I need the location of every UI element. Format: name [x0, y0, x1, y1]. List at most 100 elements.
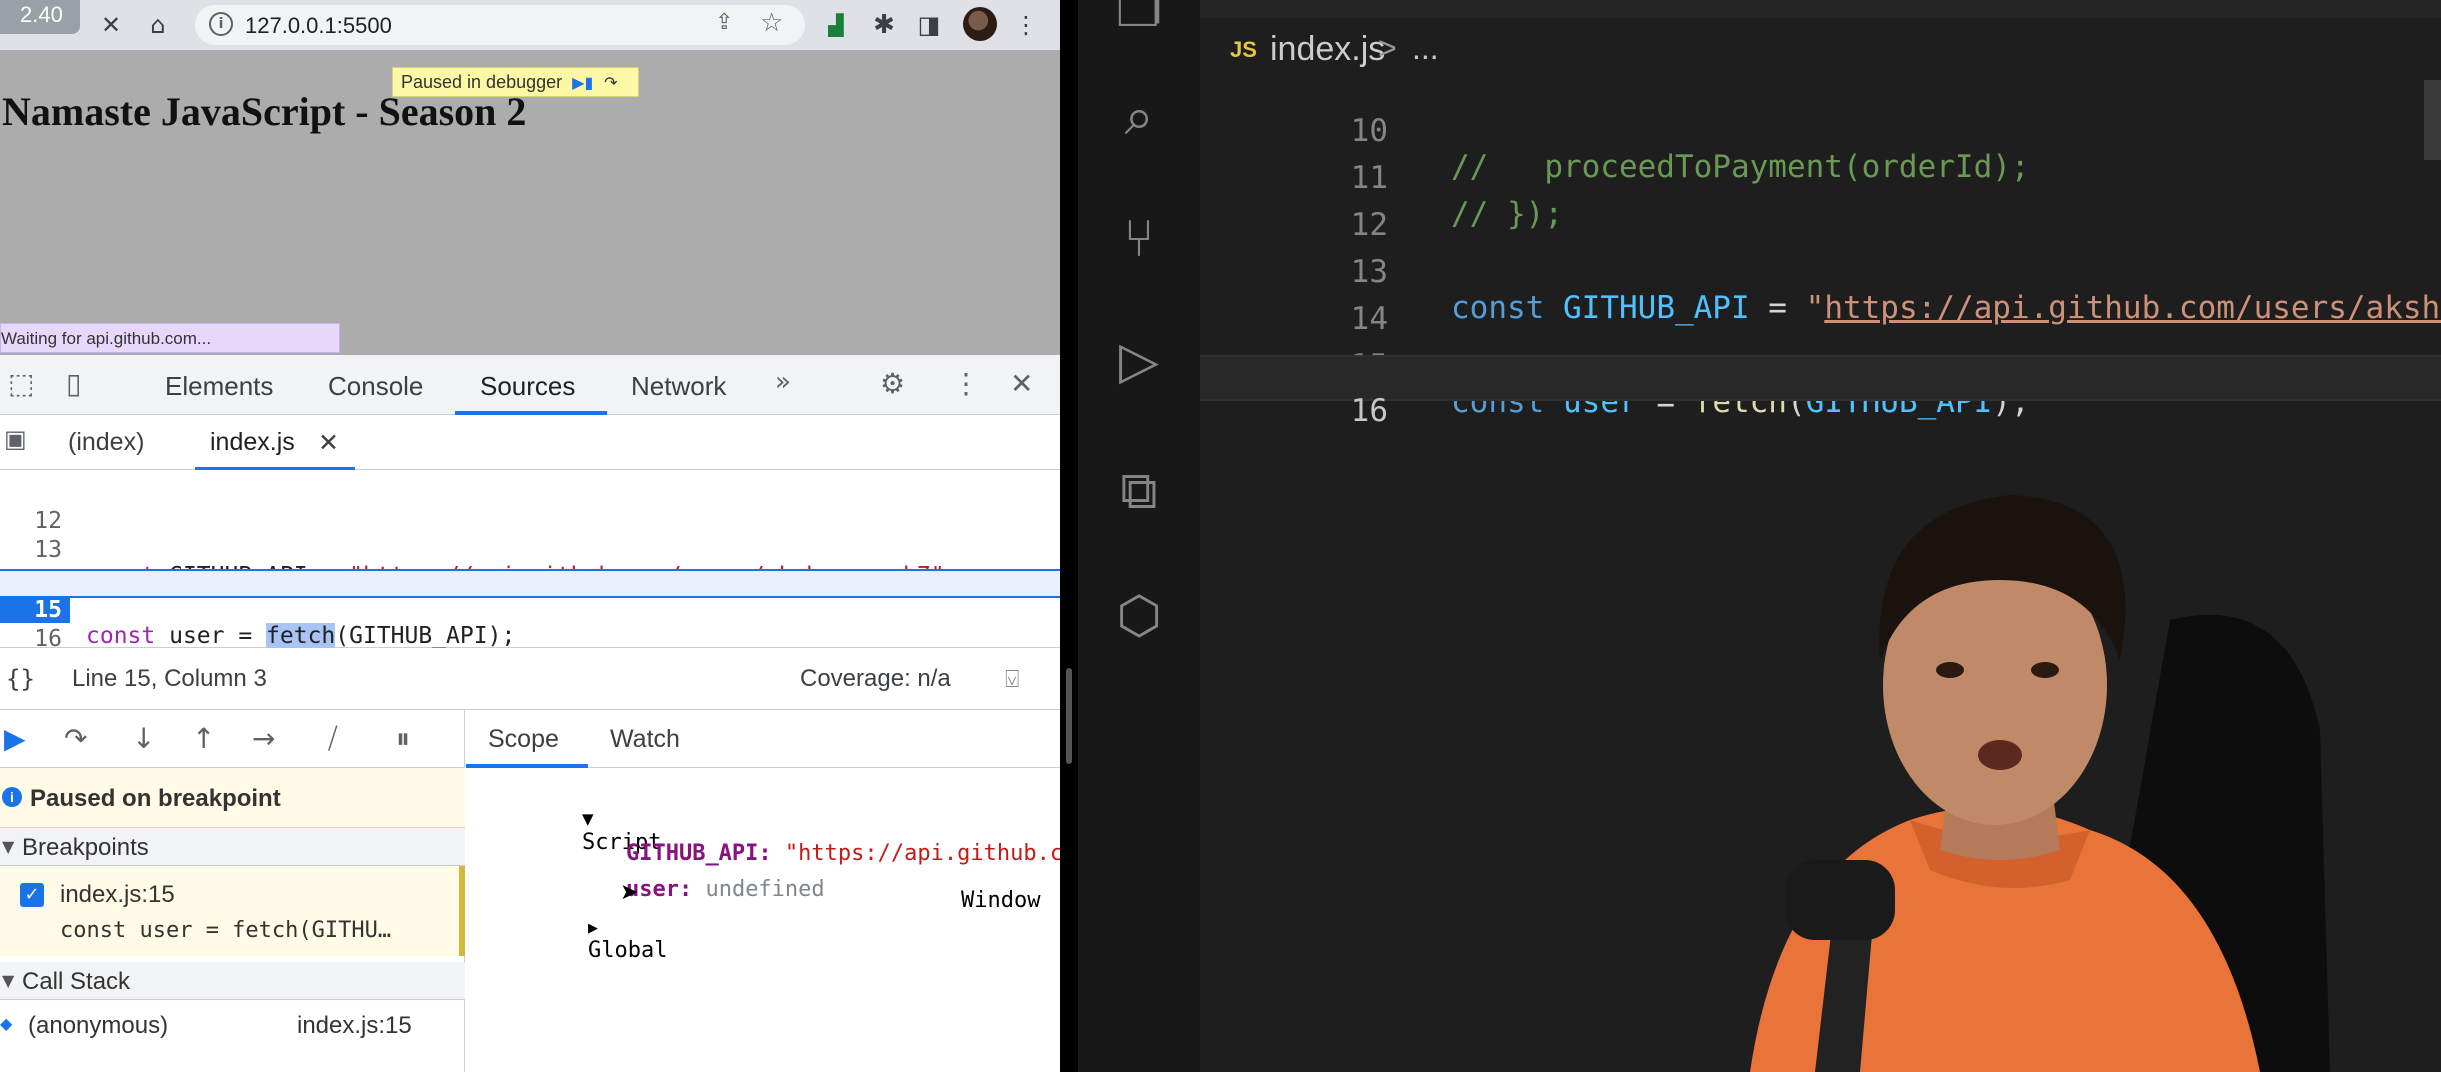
- current-code-line[interactable]: 16: [1200, 355, 2441, 429]
- active-scope-tab-indicator: [466, 764, 588, 768]
- playback-speed-badge: 2.40: [0, 0, 80, 34]
- scope-global-row[interactable]: ▶ Global: [482, 888, 667, 988]
- frame-location[interactable]: index.js:15: [297, 1012, 412, 1040]
- expand-triangle-icon[interactable]: ▼: [2, 971, 14, 990]
- share-icon[interactable]: ⇪: [715, 9, 733, 35]
- devtools-tabbar: ⬚ ▯ Elements Console Sources Network » ⚙…: [0, 355, 1060, 415]
- browser-toolbar: 2.40 ✕ ⌂ i 127.0.0.1:5500 ⇪ ☆ ▟ ✱ ◨ ⋮: [0, 0, 1060, 50]
- avatar[interactable]: [963, 7, 997, 41]
- paused-message: Paused on breakpoint: [30, 785, 281, 812]
- breadcrumb-file[interactable]: index.js: [1270, 30, 1385, 69]
- remote-explorer-icon[interactable]: ⬡: [1108, 585, 1170, 647]
- source-editor[interactable]: 12 13 const GITHUB_API = "https://api.gi…: [0, 470, 1060, 652]
- close-devtools-icon[interactable]: ✕: [1010, 367, 1033, 400]
- expand-triangle-icon[interactable]: ▼: [2, 837, 14, 856]
- explorer-files-icon[interactable]: ❐: [1108, 0, 1170, 40]
- code-line[interactable]: 14: [1200, 265, 2441, 337]
- breadcrumb-separator: >: [1378, 30, 1397, 66]
- breakpoint-checkbox[interactable]: ✓: [20, 883, 44, 907]
- mouse-cursor-icon: ➤: [620, 880, 639, 905]
- breakpoints-section-header[interactable]: ▼ Breakpoints: [0, 828, 465, 866]
- window-splitter[interactable]: [1060, 0, 1078, 1072]
- pretty-print-icon[interactable]: {}: [6, 665, 35, 693]
- debugger-pill-label: Paused in debugger: [401, 71, 563, 92]
- cursor-position: Line 15, Column 3: [72, 665, 267, 692]
- global-value: Window: [961, 888, 1041, 913]
- code-line[interactable]: 12: [0, 482, 1060, 534]
- page-viewport: Namaste JavaScript - Season 2 Paused in …: [0, 50, 1060, 355]
- more-tabs-icon[interactable]: »: [775, 367, 791, 397]
- code-line[interactable]: 10 // proceedToPayment(orderId);: [1200, 77, 2441, 185]
- editor-status-bar: {} Line 15, Column 3 Coverage: n/a ⍌: [0, 648, 1060, 710]
- callstack-section-header[interactable]: ▼ Call Stack: [0, 962, 465, 1000]
- inspect-element-icon[interactable]: ⬚: [8, 367, 34, 400]
- step-into-icon[interactable]: ↓: [132, 722, 155, 755]
- browser-window: 2.40 ✕ ⌂ i 127.0.0.1:5500 ⇪ ☆ ▟ ✱ ◨ ⋮ Na…: [0, 0, 1060, 1072]
- extensions-puzzle-icon[interactable]: ✱: [868, 9, 900, 41]
- code-line[interactable]: 15 const user = fetch(GITHUB_API);: [1200, 312, 2441, 420]
- device-toolbar-icon[interactable]: ▯: [66, 367, 81, 400]
- tab-sources[interactable]: Sources: [480, 371, 575, 402]
- step-over-icon[interactable]: ↷: [604, 73, 630, 92]
- variable-value: "https://api.github.com/u: [784, 841, 1060, 866]
- splitter-handle[interactable]: [1066, 668, 1072, 764]
- url-text[interactable]: 127.0.0.1:5500: [245, 13, 392, 39]
- tab-watch[interactable]: Watch: [610, 725, 680, 754]
- breadcrumb: JS index.js > ...: [1200, 18, 2441, 80]
- close-icon[interactable]: ✕: [95, 9, 127, 41]
- code-line[interactable]: 13 const GITHUB_API = "https://api.githu…: [0, 511, 1060, 589]
- activity-bar: ❐ ⌕ ⑂ ▷ ⧉ ⬡: [1078, 0, 1200, 1072]
- tab-console[interactable]: Console: [328, 371, 423, 402]
- devtools-menu-icon[interactable]: ⋮: [952, 367, 980, 400]
- extensions-icon[interactable]: ⧉: [1108, 460, 1170, 522]
- section-label: Call Stack: [22, 968, 131, 995]
- source-control-icon[interactable]: ⑂: [1108, 208, 1170, 270]
- tab-scope[interactable]: Scope: [488, 725, 559, 754]
- vscode-window: ❐ ⌕ ⑂ ▷ ⧉ ⬡ JS index.js > ... 10 // proc…: [1078, 0, 2441, 1072]
- resume-icon[interactable]: ▶: [4, 722, 26, 755]
- extension-chart-icon[interactable]: ▟: [820, 9, 852, 41]
- callstack-frame[interactable]: ◆ (anonymous) index.js:15: [0, 1000, 465, 1048]
- deactivate-breakpoints-icon[interactable]: ⧸: [328, 722, 338, 756]
- breakpoint-item[interactable]: ✓ index.js:15 const user = fetch(GITHU…: [0, 866, 465, 956]
- pause-on-exceptions-icon[interactable]: ⏸: [396, 722, 410, 756]
- scope-label: Global: [587, 938, 668, 963]
- file-tab-index-html[interactable]: (index): [68, 428, 144, 457]
- navigator-toggle-icon[interactable]: ▣: [4, 425, 27, 453]
- scope-tabbar: Scope Watch: [466, 710, 1060, 768]
- tab-network[interactable]: Network: [631, 371, 726, 402]
- toggle-panel-icon[interactable]: ⍌: [1005, 665, 1019, 693]
- step-out-icon[interactable]: ↑: [192, 722, 215, 755]
- webcam-presenter-image: [1750, 495, 2330, 1072]
- search-icon[interactable]: ⌕: [1108, 86, 1170, 148]
- scope-panel: Scope Watch ▼ Script GITHUB_API: "https:…: [466, 710, 1060, 1072]
- address-bar[interactable]: i 127.0.0.1:5500 ⇪ ☆: [195, 5, 805, 45]
- code-line[interactable]: 14: [0, 540, 1060, 592]
- variable-value: undefined: [705, 877, 825, 902]
- sidebar-icon[interactable]: ◨: [913, 9, 945, 41]
- file-tab-index-js[interactable]: index.js: [210, 428, 295, 457]
- coverage-status: Coverage: n/a: [800, 665, 951, 692]
- step-over-icon[interactable]: ↷: [64, 722, 87, 755]
- settings-gear-icon[interactable]: ⚙: [880, 367, 905, 400]
- resume-icon[interactable]: ▶▮: [572, 73, 594, 92]
- code-line[interactable]: 11 // });: [1200, 124, 2441, 232]
- code-line[interactable]: 13 const GITHUB_API = "https://api.githu…: [1200, 218, 2441, 326]
- breakpoint-code: const user = fetch(GITHU…: [60, 918, 392, 943]
- paused-execution-line[interactable]: 15 const user = fetch(GITHUB_API);: [0, 569, 1060, 649]
- current-frame-arrow-icon: ◆: [0, 1014, 13, 1033]
- code-line-partial: [0, 470, 1060, 482]
- close-tab-icon[interactable]: ✕: [318, 428, 339, 457]
- code-line[interactable]: 12: [1200, 171, 2441, 243]
- code-line[interactable]: 16: [0, 600, 1060, 652]
- bookmark-star-icon[interactable]: ☆: [760, 7, 783, 38]
- menu-kebab-icon[interactable]: ⋮: [1010, 9, 1042, 41]
- run-debug-icon[interactable]: ▷: [1108, 330, 1170, 392]
- step-icon[interactable]: →: [252, 722, 275, 755]
- collapse-triangle-icon[interactable]: ▶: [588, 921, 598, 936]
- line-number: 16: [1350, 393, 1388, 429]
- tab-elements[interactable]: Elements: [165, 371, 273, 402]
- home-icon[interactable]: ⌂: [142, 9, 174, 41]
- info-icon[interactable]: i: [209, 12, 233, 36]
- breadcrumb-symbol[interactable]: ...: [1412, 30, 1439, 67]
